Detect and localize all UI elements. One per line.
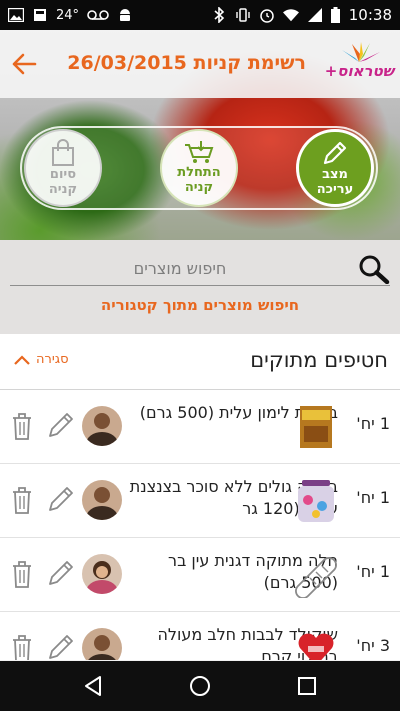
product-list: בפלות לימון עלית (500 גרם) 1 יח' בזוקה ג… — [0, 390, 400, 660]
start-label-1: התחלת — [177, 165, 221, 180]
bluetooth-icon — [211, 7, 227, 23]
list-item[interactable]: בפלות לימון עלית (500 גרם) 1 יח' — [0, 390, 400, 464]
category-header: חטיפים מתוקים סגירה — [0, 334, 400, 390]
search-icon[interactable] — [358, 254, 390, 284]
chevron-up-icon — [14, 354, 30, 365]
logo-text: שטראוס+ — [324, 62, 394, 80]
nav-back-button[interactable] — [73, 666, 113, 706]
voicemail-icon — [87, 7, 109, 23]
back-button[interactable] — [8, 48, 40, 80]
search-area: חיפוש מוצרים מתוך קטגוריה — [0, 240, 400, 334]
pencil-icon — [323, 141, 347, 165]
start-label-2: קניה — [184, 180, 214, 195]
pencil-icon[interactable] — [46, 484, 76, 514]
weather-icon — [32, 7, 48, 23]
shopping-bag-icon — [52, 139, 74, 166]
vibrate-icon — [235, 7, 251, 23]
item-quantity: 1 יח' — [356, 488, 390, 507]
alarm-icon — [259, 7, 275, 23]
category-search-link[interactable]: חיפוש מוצרים מתוך קטגוריה — [0, 296, 400, 314]
edit-label-1: מצב — [322, 167, 348, 182]
image-icon — [8, 7, 24, 23]
arrow-left-icon — [12, 53, 37, 75]
nav-home-button[interactable] — [180, 666, 220, 706]
bread-icon — [295, 557, 337, 598]
signal-icon — [307, 7, 323, 23]
avatar — [82, 480, 122, 520]
temperature-text: 24° — [56, 7, 80, 23]
header-hero: רשימת קניות 26/03/2015 שטראוס+ סיום קניה — [0, 30, 400, 240]
trash-icon[interactable] — [10, 485, 34, 515]
search-input[interactable] — [10, 252, 350, 284]
category-title: חטיפים מתוקים — [250, 348, 388, 372]
wifi-icon — [282, 7, 299, 23]
pencil-icon[interactable] — [46, 632, 76, 660]
finish-label-2: קניה — [48, 182, 78, 197]
cart-add-icon — [185, 141, 214, 163]
finish-shopping-button[interactable]: סיום קניה — [24, 129, 102, 207]
start-shopping-button[interactable]: התחלת קניה — [160, 129, 238, 207]
pencil-icon[interactable] — [46, 558, 76, 588]
item-quantity: 3 יח' — [356, 636, 390, 655]
android-icon — [117, 7, 133, 23]
product-image — [298, 480, 334, 522]
collapse-button[interactable]: סגירה — [14, 352, 69, 367]
clock-text: 10:38 — [348, 6, 392, 24]
avatar — [82, 628, 122, 660]
search-field — [10, 252, 390, 286]
battery-icon — [331, 7, 341, 23]
status-bar: 24° 10:38 — [0, 0, 400, 30]
trash-icon[interactable] — [10, 411, 34, 441]
page-title: רשימת קניות 26/03/2015 — [67, 52, 306, 74]
edit-mode-button[interactable]: מצב עריכה — [296, 129, 374, 207]
item-quantity: 1 יח' — [356, 562, 390, 581]
navigation-bar — [0, 661, 400, 711]
item-quantity: 1 יח' — [356, 414, 390, 433]
list-item[interactable]: חלה מתוקה דגנית עין בר (500 גרם) 1 יח' — [0, 538, 400, 612]
finish-label-1: סיום — [49, 167, 77, 182]
title-bar: רשימת קניות 26/03/2015 שטראוס+ — [0, 30, 400, 98]
trash-icon[interactable] — [10, 559, 34, 589]
square-recents-icon — [297, 677, 316, 695]
nav-recents-button[interactable] — [287, 666, 327, 706]
triangle-back-icon — [85, 676, 102, 696]
avatar — [82, 406, 122, 446]
list-item[interactable]: בזוקה גולים ללא סוכר בצנצנת עלית (120 גר… — [0, 464, 400, 538]
product-image — [298, 633, 334, 660]
list-item[interactable]: שוקולד לבבות חלב מעולה במילוי קרם 3 יח' — [0, 612, 400, 660]
circle-home-icon — [189, 676, 210, 696]
product-image — [300, 406, 332, 448]
avatar — [82, 554, 122, 594]
trash-icon[interactable] — [10, 633, 34, 660]
pencil-icon[interactable] — [46, 410, 76, 440]
collapse-label: סגירה — [36, 352, 69, 367]
edit-label-2: עריכה — [316, 182, 354, 197]
